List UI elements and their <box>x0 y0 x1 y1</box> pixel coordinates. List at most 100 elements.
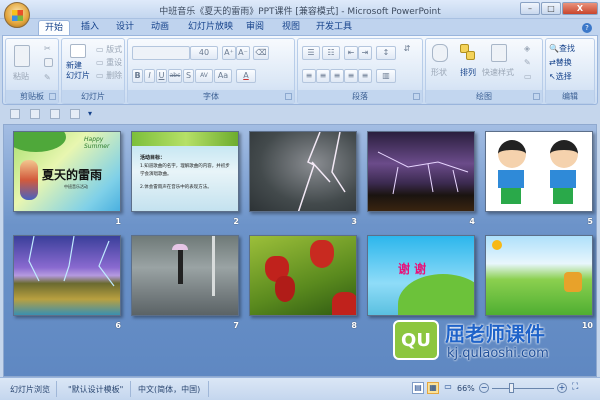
paste-icon[interactable] <box>14 45 30 67</box>
tab-insert[interactable]: 插入 <box>75 20 105 36</box>
find-icon: 🔍 <box>549 44 559 53</box>
tab-design[interactable]: 设计 <box>110 20 140 36</box>
slide-thumbnail-9[interactable]: 谢 谢 <box>367 235 475 316</box>
redo-icon[interactable] <box>50 109 60 119</box>
font-size-select[interactable]: 40 <box>190 46 218 60</box>
tab-animation[interactable]: 动画 <box>145 20 175 36</box>
increase-indent-icon[interactable]: ⇥ <box>358 46 372 60</box>
slide-thumbnail-7[interactable] <box>131 235 239 316</box>
undo-icon[interactable] <box>30 109 40 119</box>
find-button[interactable]: 🔍查找 <box>549 43 575 54</box>
arrange-button[interactable]: 排列 <box>460 67 476 78</box>
group-label: 段落 <box>298 90 422 103</box>
slide-thumbnail-1[interactable]: Happy Summer 夏天的雷雨 中班音乐活动 <box>13 131 121 212</box>
help-icon[interactable]: ? <box>582 23 592 33</box>
shape-outline-icon[interactable]: ✎ <box>524 58 531 67</box>
slide-thumbnail-5[interactable] <box>485 131 593 212</box>
tab-view[interactable]: 视图 <box>276 20 306 36</box>
clear-format-icon[interactable]: ⌫ <box>253 46 269 60</box>
language-status[interactable]: 中文(简体，中国) <box>138 384 200 395</box>
arrange-icon-2 <box>466 51 475 60</box>
reset-button[interactable]: ▭ 重设 <box>96 57 122 68</box>
replace-button[interactable]: ⇄替换 <box>549 57 572 68</box>
quick-styles-button[interactable]: 快速样式 <box>482 67 514 78</box>
format-painter-icon[interactable]: ✎ <box>44 73 51 82</box>
slideshow-view-icon[interactable]: ▭ <box>442 382 454 394</box>
minimize-button[interactable]: – <box>520 2 540 15</box>
tab-slideshow[interactable]: 幻灯片放映 <box>182 20 239 36</box>
italic-button[interactable]: I <box>144 69 155 83</box>
text-direction-icon[interactable]: ⇵ <box>400 43 414 57</box>
bullets-icon[interactable]: ☰ <box>302 46 320 60</box>
shapes-icon[interactable] <box>432 44 448 62</box>
fit-to-window-icon[interactable]: ⛶ <box>572 382 583 393</box>
font-name-select[interactable] <box>132 46 190 60</box>
slide-thumbnail-3[interactable] <box>249 131 357 212</box>
close-button[interactable]: X <box>562 2 598 15</box>
grow-font-button[interactable]: A⁺ <box>222 46 236 60</box>
select-button[interactable]: ↖选择 <box>549 71 572 82</box>
slide-sorter-view-icon[interactable]: ▦ <box>427 382 439 394</box>
find-label: 查找 <box>558 44 575 53</box>
slide-text: 1.知道歌曲的名字，理解歌曲的内容，并初步学会演唱歌曲。 <box>140 164 230 177</box>
slide-thumbnail-6[interactable] <box>13 235 121 316</box>
shapes-button[interactable]: 形状 <box>431 67 447 78</box>
tab-review[interactable]: 审阅 <box>240 20 270 36</box>
normal-view-icon[interactable]: ▤ <box>412 382 424 394</box>
window-title: 中班音乐《夏天的雷雨》PPT课件 [兼容模式] - Microsoft Powe… <box>159 7 441 17</box>
shrink-font-button[interactable]: A⁻ <box>236 46 250 60</box>
cut-icon[interactable]: ✂ <box>44 44 51 53</box>
change-case-button[interactable]: Aa <box>214 69 232 83</box>
dialog-launcher-icon[interactable] <box>533 93 540 100</box>
char-spacing-button[interactable]: AV <box>195 69 213 83</box>
zoom-slider-track[interactable] <box>492 388 554 389</box>
slideshow-icon[interactable] <box>70 109 80 119</box>
font-color-button[interactable]: A <box>236 69 256 83</box>
zoom-out-button[interactable]: − <box>479 383 489 393</box>
slide-thumbnail-10[interactable] <box>485 235 593 316</box>
bold-button[interactable]: B <box>132 69 143 83</box>
office-button[interactable] <box>4 2 30 28</box>
delete-button[interactable]: ▭ 删除 <box>96 70 122 81</box>
strikethrough-button[interactable]: abc <box>168 69 182 83</box>
watermark-logo: QU 屈老师课件 kj.qulaoshi.com <box>393 318 573 368</box>
tulip-graphic <box>310 240 334 268</box>
justify-icon[interactable]: ≡ <box>344 69 358 83</box>
customize-qat-icon[interactable]: ▾ <box>88 109 92 118</box>
save-icon[interactable] <box>10 109 20 119</box>
layout-button[interactable]: ▭ 版式 <box>96 44 122 55</box>
columns-icon[interactable]: ▥ <box>376 69 396 83</box>
distribute-icon[interactable]: ≡ <box>358 69 372 83</box>
dialog-launcher-icon[interactable] <box>49 93 56 100</box>
zoom-slider-thumb[interactable] <box>509 383 515 393</box>
new-slide-button[interactable]: 新建 幻灯片 <box>66 61 90 81</box>
slide-thumbnail-8[interactable] <box>249 235 357 316</box>
tab-home[interactable]: 开始 <box>38 20 71 36</box>
dialog-launcher-icon[interactable] <box>285 93 292 100</box>
paste-button[interactable]: 粘贴 <box>13 71 29 82</box>
align-left-icon[interactable]: ≡ <box>302 69 316 83</box>
numbering-icon[interactable]: ☷ <box>322 46 340 60</box>
shadow-button[interactable]: S <box>183 69 194 83</box>
slide-thumbnail-2[interactable]: 活动目标： 1.知道歌曲的名字，理解歌曲的内容，并初步学会演唱歌曲。 2.体会雷… <box>131 131 239 212</box>
align-right-icon[interactable]: ≡ <box>330 69 344 83</box>
quick-styles-icon[interactable] <box>491 44 507 62</box>
decrease-indent-icon[interactable]: ⇤ <box>344 46 358 60</box>
new-slide-icon[interactable] <box>70 44 86 58</box>
maximize-button[interactable]: □ <box>541 2 561 15</box>
zoom-in-button[interactable]: + <box>557 383 567 393</box>
shape-fill-icon[interactable]: ◈ <box>524 44 530 53</box>
zoom-level[interactable]: 66% <box>457 384 475 393</box>
select-label: 选择 <box>555 72 572 81</box>
tab-developer[interactable]: 开发工具 <box>310 20 358 36</box>
copy-icon[interactable] <box>44 58 53 67</box>
person-figure <box>178 250 183 284</box>
shape-effects-icon[interactable]: ▭ <box>524 72 532 81</box>
dialog-launcher-icon[interactable] <box>413 93 420 100</box>
line-spacing-icon[interactable]: ↕ <box>376 46 396 60</box>
replace-icon: ⇄ <box>549 58 556 67</box>
boy-illustration <box>498 140 526 168</box>
underline-button[interactable]: U <box>156 69 167 83</box>
slide-thumbnail-4[interactable] <box>367 131 475 212</box>
align-center-icon[interactable]: ≡ <box>316 69 330 83</box>
